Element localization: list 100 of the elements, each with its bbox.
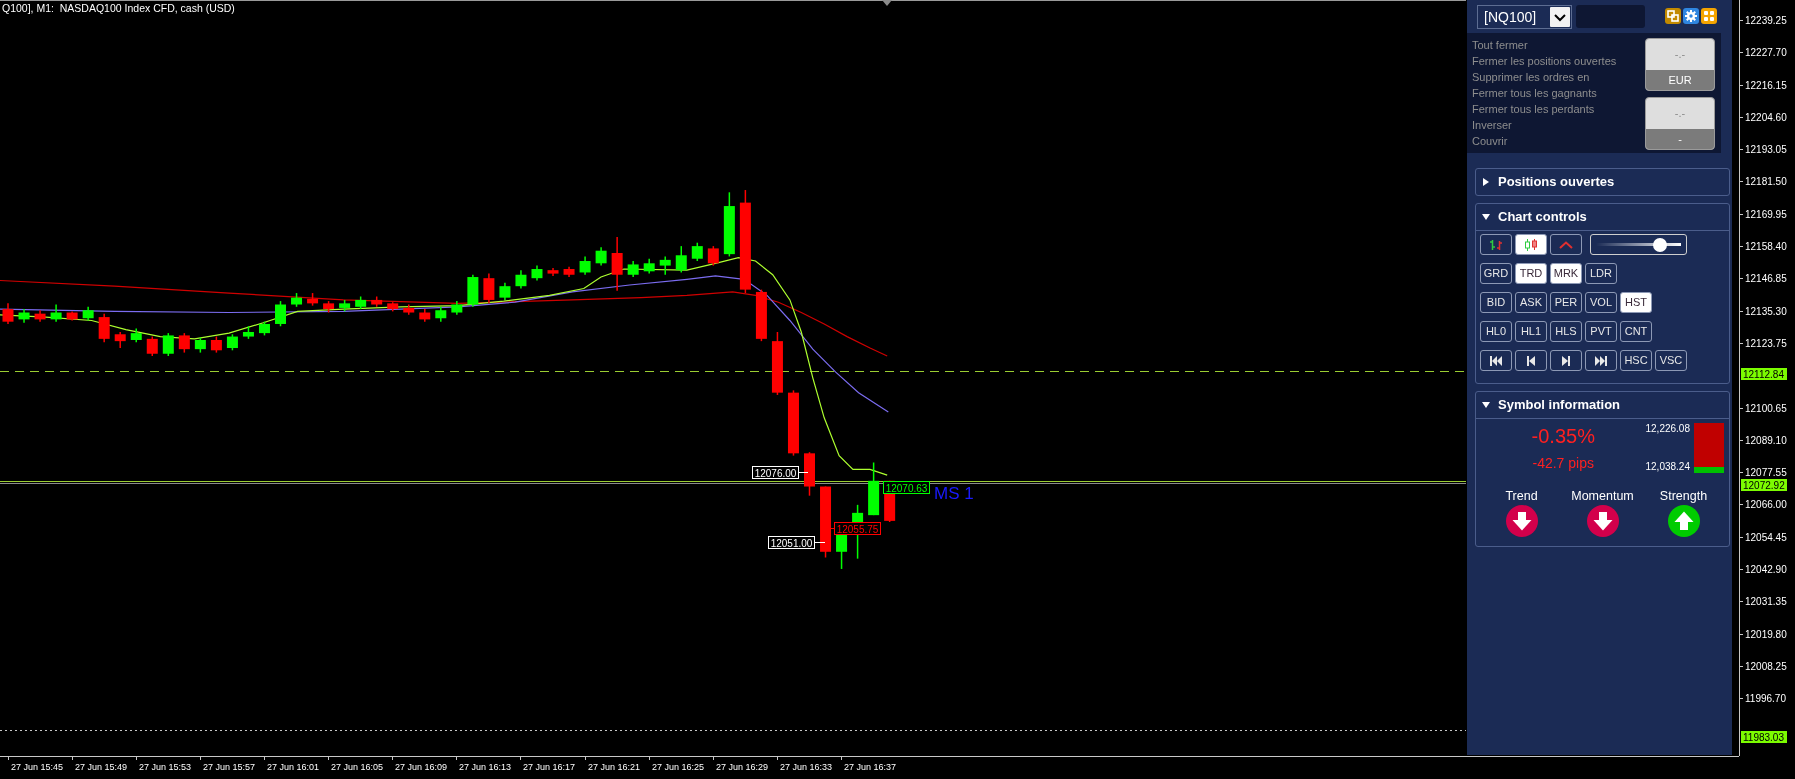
candlestick (387, 301, 399, 313)
toggle-button[interactable]: ASK (1515, 292, 1547, 313)
candlestick (804, 451, 815, 497)
candlestick (18, 308, 30, 324)
slider-thumb[interactable] (1652, 237, 1667, 252)
nav-button[interactable] (1585, 350, 1617, 371)
zoom-slider[interactable] (1590, 234, 1687, 255)
toggle-button[interactable]: HL1 (1515, 321, 1547, 342)
price-axis-label: 12054.45 (1745, 532, 1787, 543)
nav-button[interactable] (1550, 350, 1582, 371)
nav-button[interactable] (1480, 350, 1512, 371)
toggle-button[interactable]: LDR (1585, 263, 1617, 284)
price-marker: 11983.03 (1741, 731, 1787, 743)
toggle-button[interactable]: CNT (1620, 321, 1652, 342)
nav-button[interactable] (1515, 350, 1547, 371)
amount-button[interactable]: -.- EUR (1645, 38, 1715, 91)
menu-item[interactable]: Inverser (1472, 117, 1617, 133)
candlestick (339, 299, 351, 313)
price-axis-label: 12100.65 (1745, 403, 1787, 414)
price-axis-label: 12008.25 (1745, 661, 1787, 672)
candlestick (50, 303, 62, 323)
chart-type-button[interactable] (1480, 234, 1512, 255)
candlestick (226, 333, 238, 352)
menu-item[interactable]: Tout fermer (1472, 37, 1617, 53)
price-marker: 12112.84 (1741, 368, 1787, 380)
chevron-up-icon (1559, 240, 1573, 249)
price-axis-label: 12239.25 (1745, 15, 1787, 26)
chart-type-button[interactable] (1515, 234, 1547, 255)
step-back-icon (1527, 355, 1535, 366)
menu-item[interactable]: Fermer les positions ouvertes (1472, 53, 1617, 69)
toggle-button[interactable]: GRD (1480, 263, 1512, 284)
section-header[interactable]: Positions ouvertes (1476, 169, 1729, 195)
time-axis-label: 27 Jun 16:33 (780, 762, 833, 772)
toggle-button[interactable]: VSC (1655, 350, 1687, 371)
menu-item[interactable]: Couvrir (1472, 133, 1617, 149)
price-axis-label: 11996.70 (1745, 693, 1786, 704)
candlestick (627, 260, 639, 278)
candlestick (307, 292, 319, 307)
change-percent: -0.35% (1530, 424, 1596, 448)
candlestick (579, 255, 591, 276)
time-axis-label: 27 Jun 16:05 (331, 762, 384, 772)
toggle-button[interactable]: VOL (1585, 292, 1617, 313)
section-header[interactable]: Chart controls (1476, 204, 1729, 231)
chevron-down-icon (1550, 7, 1570, 27)
candlestick (868, 461, 880, 516)
input-field[interactable] (1576, 5, 1645, 28)
price-axis-label: 12216.15 (1745, 80, 1787, 91)
toggle-button[interactable]: HST (1620, 292, 1652, 313)
skip-back-icon (1490, 355, 1502, 366)
candlestick (162, 332, 174, 357)
time-axis-label: 27 Jun 16:25 (652, 762, 705, 772)
candlestick (130, 327, 142, 344)
price-axis-label: 12077.55 (1745, 467, 1787, 478)
candlestick (675, 245, 687, 274)
candlestick (707, 245, 719, 267)
candlestick (595, 246, 607, 267)
time-axis-label: 27 Jun 16:37 (844, 762, 897, 772)
symbol-select[interactable]: [NQ100] (1477, 5, 1572, 29)
candlestick (419, 308, 431, 323)
toggle-button[interactable]: HLS (1550, 321, 1582, 342)
grid-icon[interactable] (1701, 8, 1717, 24)
menu-item[interactable]: Fermer tous les perdants (1472, 101, 1617, 117)
toggle-button[interactable]: PER (1550, 292, 1582, 313)
candlestick (483, 272, 495, 305)
candlestick (659, 255, 671, 276)
skip-forward-icon (1595, 355, 1607, 366)
time-axis-label: 27 Jun 15:57 (203, 762, 256, 772)
candlestick (435, 306, 447, 323)
chart-type-button[interactable] (1550, 234, 1582, 255)
price-tag: 12070.63 (883, 481, 930, 494)
toggle-button[interactable]: TRD (1515, 263, 1547, 284)
signal-label: Momentum (1570, 489, 1635, 503)
candlestick (98, 312, 110, 344)
toggle-button[interactable]: HL0 (1480, 321, 1512, 342)
amount-button[interactable]: -.- - (1645, 97, 1715, 150)
menu-item[interactable]: Fermer tous les gagnants (1472, 85, 1617, 101)
time-axis-label: 27 Jun 16:09 (395, 762, 448, 772)
candlestick (242, 325, 254, 340)
section-header[interactable]: Symbol information (1476, 392, 1729, 419)
toggle-button[interactable]: PVT (1585, 321, 1617, 342)
candlestick (515, 269, 527, 290)
price-axis-label: 12146.85 (1745, 273, 1787, 284)
candlestick (451, 300, 463, 316)
time-axis-label: 27 Jun 15:53 (139, 762, 192, 772)
toggle-button[interactable]: HSC (1620, 350, 1652, 371)
toggle-button[interactable]: BID (1480, 292, 1512, 313)
toggle-button[interactable]: MRK (1550, 263, 1582, 284)
change-pips: -42.7 pips (1531, 455, 1595, 471)
time-axis-label: 27 Jun 16:01 (267, 762, 320, 772)
bar-chart-icon (1489, 238, 1503, 251)
overlapping-squares-icon[interactable] (1665, 8, 1681, 24)
candlestick (210, 335, 222, 354)
signal-label: Trend (1504, 489, 1539, 503)
candlestick (355, 295, 367, 310)
menu-item[interactable]: Supprimer les ordres en (1472, 69, 1617, 85)
candlestick (611, 236, 623, 292)
price-axis-label: 12158.40 (1745, 241, 1787, 252)
candlestick (787, 389, 799, 457)
settings-icon[interactable] (1683, 8, 1699, 24)
candlestick (467, 274, 479, 308)
